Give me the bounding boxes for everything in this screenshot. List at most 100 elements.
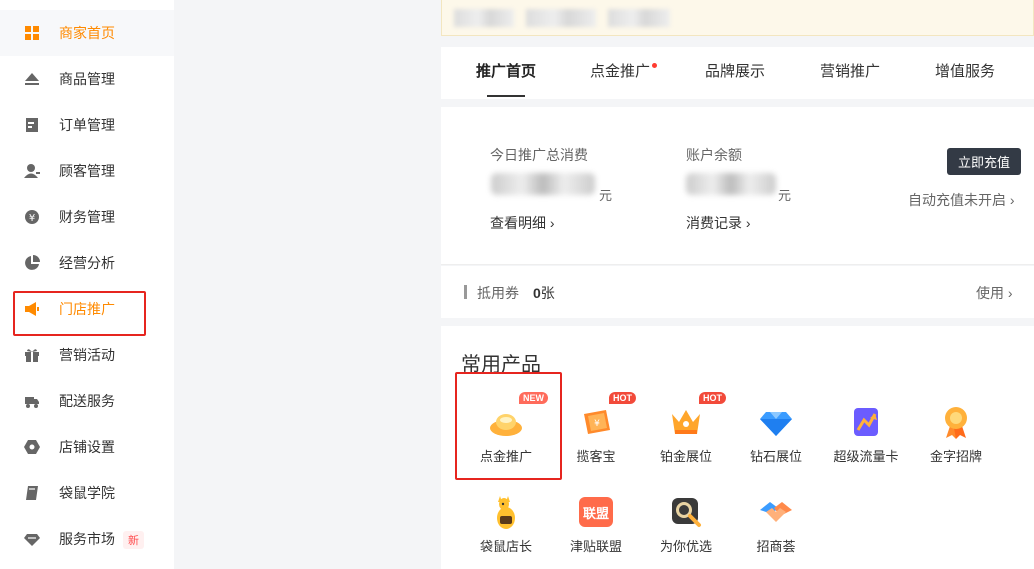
view-details-link[interactable]: 查看明细 › <box>490 213 555 233</box>
auto-recharge-link[interactable]: 自动充值未开启 › <box>908 190 1015 210</box>
tab-promotion-home[interactable]: 推广首页 <box>468 47 544 99</box>
magnifier-icon <box>668 494 704 530</box>
alliance-icon: 联盟 <box>578 494 614 530</box>
sidebar: 商家首页 商品管理 订单管理 顾客管理 ¥ 财务管理 经营分析 门店推广 营销活… <box>0 0 174 569</box>
recharge-button[interactable]: 立即充值 <box>947 148 1021 175</box>
spend-unit: 元 <box>599 188 613 203</box>
kangaroo-icon <box>488 494 524 530</box>
sidebar-item-label: 商家首页 <box>59 25 115 41</box>
svg-text:¥: ¥ <box>29 213 35 224</box>
product-diamond-booth[interactable]: 钻石展位 <box>731 404 821 484</box>
balance-unit: 元 <box>778 188 792 203</box>
sidebar-item-label: 订单管理 <box>59 117 115 133</box>
sidebar-item-customers[interactable]: 顾客管理 <box>0 148 174 194</box>
alliance-icon-text: 联盟 <box>579 497 613 527</box>
notice-bar <box>441 0 1034 36</box>
traffic-card-icon <box>848 404 884 440</box>
product-name: 超级流量卡 <box>833 449 899 464</box>
account-card: 今日推广总消费 元 查看明细 › 账户余额 元 消费记录 › 立即充值 自动充值… <box>441 107 1034 265</box>
sidebar-item-label: 服务市场新 <box>59 529 144 550</box>
product-name: 点金推广 <box>479 449 532 464</box>
balance-amount-blurred <box>686 173 776 195</box>
book-icon <box>24 485 40 501</box>
product-super-traffic-card[interactable]: 超级流量卡 <box>821 404 911 484</box>
order-icon <box>24 117 40 133</box>
product-lankebao[interactable]: ¥ HOT 揽客宝 <box>551 392 641 484</box>
tab-gold-promotion[interactable]: 点金推广 <box>582 47 658 99</box>
product-name: 袋鼠店长 <box>479 539 532 554</box>
sidebar-item-service-market[interactable]: 服务市场新 <box>0 516 174 562</box>
blurred-text <box>454 9 514 27</box>
megaphone-icon <box>24 301 40 317</box>
gold-ingot-icon <box>488 404 524 440</box>
crown-icon <box>668 404 704 440</box>
sidebar-item-academy[interactable]: 袋鼠学院 <box>0 470 174 516</box>
sidebar-item-delivery[interactable]: 配送服务 <box>0 378 174 424</box>
product-golden-signboard[interactable]: 金字招牌 <box>911 404 1001 484</box>
user-icon <box>24 163 40 179</box>
sidebar-item-label: 商品管理 <box>59 71 115 87</box>
product-name: 招商荟 <box>756 539 796 554</box>
sidebar-item-marketing[interactable]: 营销活动 <box>0 332 174 378</box>
product-investment-hub[interactable]: 招商荟 <box>731 494 821 569</box>
sidebar-item-label: 门店推广 <box>59 301 115 317</box>
sidebar-item-products[interactable]: 商品管理 <box>0 56 174 102</box>
medal-icon <box>938 404 974 440</box>
hot-tag: HOT <box>609 392 636 404</box>
pie-chart-icon <box>24 255 40 271</box>
eject-icon <box>24 71 40 87</box>
tab-label: 点金推广 <box>589 63 650 80</box>
coupon-marker <box>464 285 467 299</box>
product-platinum-booth[interactable]: HOT 铂金展位 <box>641 392 731 484</box>
blurred-text <box>526 9 596 27</box>
sidebar-item-label: 店铺设置 <box>59 439 115 455</box>
balance-label: 账户余额 <box>686 147 742 163</box>
tab-brand-display[interactable]: 品牌展示 <box>697 47 773 99</box>
sidebar-item-label: 营销活动 <box>59 347 115 363</box>
sidebar-item-store-promotion[interactable]: 门店推广 <box>0 286 174 332</box>
product-kangaroo-manager[interactable]: 袋鼠店长 <box>461 494 551 569</box>
tab-marketing-promotion[interactable]: 营销推广 <box>812 47 888 99</box>
product-gold-promotion[interactable]: NEW 点金推广 <box>461 392 551 484</box>
product-allowance-alliance[interactable]: 联盟 津贴联盟 <box>551 494 641 569</box>
grid-icon <box>24 25 40 41</box>
notification-dot <box>652 63 657 68</box>
hexagon-settings-icon <box>24 439 40 455</box>
sidebar-item-analytics[interactable]: 经营分析 <box>0 240 174 286</box>
product-name: 为你优选 <box>659 539 712 554</box>
tab-value-added-services[interactable]: 增值服务 <box>927 47 1003 99</box>
sidebar-item-label: 袋鼠学院 <box>59 485 115 501</box>
product-name: 揽客宝 <box>576 449 616 464</box>
spend-label: 今日推广总消费 <box>490 147 588 163</box>
product-name: 津贴联盟 <box>569 539 622 554</box>
sidebar-item-orders[interactable]: 订单管理 <box>0 102 174 148</box>
sidebar-item-label: 财务管理 <box>59 209 115 225</box>
coupon-count: 0张 <box>533 285 555 301</box>
sidebar-item-label: 顾客管理 <box>59 163 115 179</box>
use-coupon-link[interactable]: 使用 › <box>976 283 1013 303</box>
product-name: 钻石展位 <box>749 449 802 464</box>
diamond-gem-icon <box>758 404 794 440</box>
sidebar-item-label: 经营分析 <box>59 255 115 271</box>
product-name: 金字招牌 <box>929 449 982 464</box>
common-products-panel: 常用产品 NEW 点金推广 ¥ HOT 揽客宝 HOT 铂金展位 钻石展位 超级… <box>441 326 1034 569</box>
sidebar-item-finance[interactable]: ¥ 财务管理 <box>0 194 174 240</box>
blurred-text <box>608 9 670 27</box>
sidebar-item-store-settings[interactable]: 店铺设置 <box>0 424 174 470</box>
new-tag: NEW <box>519 392 548 404</box>
section-title: 常用产品 <box>461 352 541 376</box>
hot-tag: HOT <box>699 392 726 404</box>
svg-text:¥: ¥ <box>594 419 600 429</box>
gift-icon <box>24 347 40 363</box>
new-badge: 新 <box>123 531 144 550</box>
coupon-label: 抵用券 <box>477 285 519 301</box>
handshake-icon <box>758 494 794 530</box>
tab-bar: 推广首页 点金推广 品牌展示 营销推广 增值服务 <box>441 47 1034 99</box>
spending-records-link[interactable]: 消费记录 › <box>686 213 751 233</box>
product-name: 铂金展位 <box>659 449 712 464</box>
sidebar-item-merchant-home[interactable]: 商家首页 <box>0 10 174 56</box>
coupon-row[interactable]: 抵用券 0张 使用 › <box>441 266 1034 318</box>
delivery-truck-icon <box>24 393 40 409</box>
product-selected-for-you[interactable]: 为你优选 <box>641 494 731 569</box>
yen-icon: ¥ <box>24 209 40 225</box>
